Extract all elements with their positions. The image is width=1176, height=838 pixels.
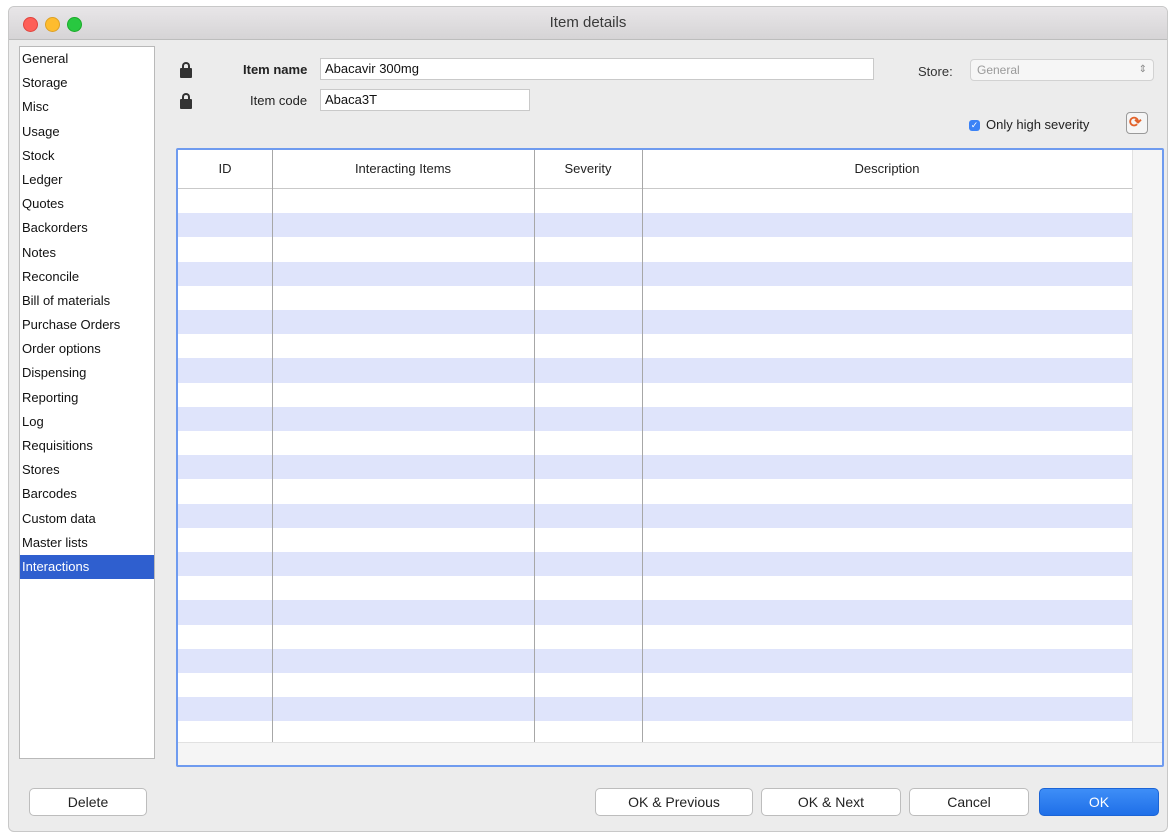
sidebar-item-barcodes[interactable]: Barcodes (20, 482, 154, 506)
store-label: Store: (918, 64, 953, 79)
store-select-value: General (977, 63, 1020, 77)
item-code-label: Item code (250, 93, 308, 108)
sidebar-item-storage[interactable]: Storage (20, 71, 154, 95)
sidebar-item-stock[interactable]: Stock (20, 144, 154, 168)
cancel-button[interactable]: Cancel (909, 788, 1029, 816)
table-row[interactable] (178, 237, 1132, 261)
vertical-scrollbar[interactable] (1132, 150, 1162, 744)
lock-icon[interactable] (180, 93, 192, 109)
lock-icon[interactable] (180, 62, 192, 78)
table-row[interactable] (178, 648, 1132, 673)
sidebar-item-reconcile[interactable]: Reconcile (20, 265, 154, 289)
sidebar-item-stores[interactable]: Stores (20, 458, 154, 482)
ok-button[interactable]: OK (1039, 788, 1159, 816)
table-row[interactable] (178, 213, 1132, 238)
sidebar-item-log[interactable]: Log (20, 410, 154, 434)
sidebar-item-master-lists[interactable]: Master lists (20, 531, 154, 555)
column-header-interacting-items[interactable]: Interacting Items (272, 150, 534, 188)
column-divider (642, 150, 643, 742)
sidebar-item-quotes[interactable]: Quotes (20, 192, 154, 216)
horizontal-scrollbar[interactable] (178, 742, 1162, 765)
column-header-id[interactable]: ID (178, 150, 272, 188)
only-high-severity-label[interactable]: Only high severity (986, 117, 1089, 132)
chevron-updown-icon: ⇕ (1138, 64, 1147, 75)
table-row[interactable] (178, 600, 1132, 625)
table-row[interactable] (178, 406, 1132, 431)
table-header: ID Interacting Items Severity Descriptio… (178, 150, 1132, 189)
item-name-field[interactable]: Abacavir 300mg (320, 58, 874, 80)
table-row[interactable] (178, 673, 1132, 697)
sidebar: General Storage Misc Usage Stock Ledger … (19, 46, 155, 759)
table-row[interactable] (178, 576, 1132, 600)
column-divider (272, 150, 273, 742)
table-row[interactable] (178, 358, 1132, 383)
table-row[interactable] (178, 189, 1132, 213)
sidebar-item-bill-of-materials[interactable]: Bill of materials (20, 289, 154, 313)
table-row[interactable] (178, 528, 1132, 552)
sidebar-item-reporting[interactable]: Reporting (20, 386, 154, 410)
sidebar-item-backorders[interactable]: Backorders (20, 216, 154, 240)
sidebar-item-misc[interactable]: Misc (20, 95, 154, 119)
sidebar-item-interactions[interactable]: Interactions (20, 554, 154, 580)
refresh-icon: ⟳ (1129, 114, 1142, 131)
item-code-field[interactable]: Abaca3T (320, 89, 530, 111)
sidebar-item-order-options[interactable]: Order options (20, 337, 154, 361)
delete-button[interactable]: Delete (29, 788, 147, 816)
sidebar-item-purchase-orders[interactable]: Purchase Orders (20, 313, 154, 337)
table-row[interactable] (178, 431, 1132, 455)
column-header-description[interactable]: Description (642, 150, 1132, 188)
table-body (178, 189, 1132, 742)
item-details-window: Item details General Storage Misc Usage … (8, 6, 1168, 832)
table-row[interactable] (178, 334, 1132, 358)
column-header-severity[interactable]: Severity (534, 150, 642, 188)
table-row[interactable] (178, 455, 1132, 480)
table-row[interactable] (178, 261, 1132, 286)
table-row[interactable] (178, 625, 1132, 649)
sidebar-item-requisitions[interactable]: Requisitions (20, 434, 154, 458)
sidebar-item-custom-data[interactable]: Custom data (20, 507, 154, 531)
table-row[interactable] (178, 552, 1132, 577)
table-row[interactable] (178, 310, 1132, 335)
column-divider (534, 150, 535, 742)
ok-previous-button[interactable]: OK & Previous (595, 788, 753, 816)
sidebar-item-general[interactable]: General (20, 47, 154, 71)
only-high-severity-checkbox[interactable]: ✓ (969, 120, 980, 131)
store-select[interactable]: General ⇕ (970, 59, 1154, 81)
sidebar-item-dispensing[interactable]: Dispensing (20, 361, 154, 385)
table-row[interactable] (178, 479, 1132, 503)
title-bar: Item details (9, 7, 1167, 40)
item-name-label: Item name (243, 62, 308, 77)
sidebar-item-notes[interactable]: Notes (20, 241, 154, 265)
table-row[interactable] (178, 286, 1132, 310)
table-row[interactable] (178, 503, 1132, 528)
interactions-table[interactable]: ID Interacting Items Severity Descriptio… (176, 148, 1164, 767)
table-row[interactable] (178, 697, 1132, 722)
window-title: Item details (549, 14, 627, 31)
table-row[interactable] (178, 383, 1132, 407)
sidebar-item-ledger[interactable]: Ledger (20, 168, 154, 192)
refresh-button[interactable]: ⟳ (1126, 112, 1148, 134)
sidebar-item-usage[interactable]: Usage (20, 120, 154, 144)
ok-next-button[interactable]: OK & Next (761, 788, 901, 816)
